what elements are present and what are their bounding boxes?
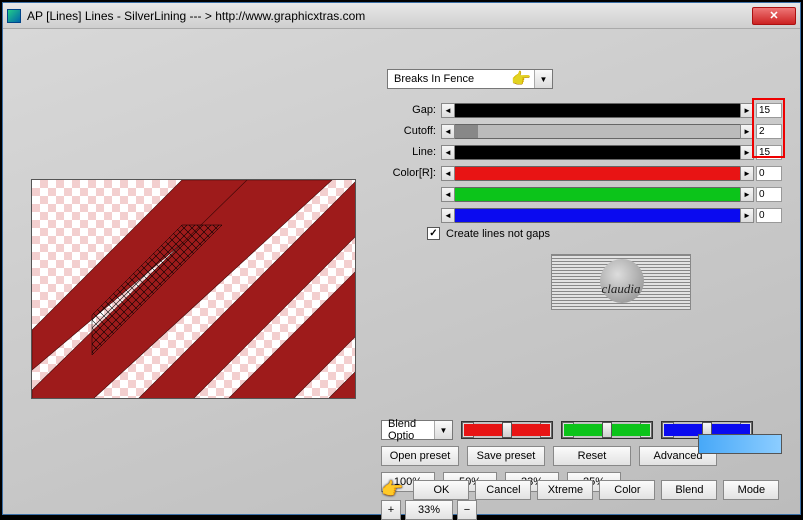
window-inner: AP [Lines] Lines - SilverLining --- > ht… (2, 2, 801, 515)
green-slider-handle[interactable] (602, 422, 612, 438)
create-lines-checkbox[interactable]: ✓ (427, 227, 440, 240)
b-left-arrow[interactable]: ◄ (441, 208, 455, 223)
b-right-arrow[interactable]: ► (740, 208, 754, 223)
preview-shapes (32, 180, 355, 398)
b-track[interactable] (455, 208, 740, 223)
window-title: AP [Lines] Lines - SilverLining --- > ht… (27, 9, 752, 23)
color-r-row: Color[R]: ◄ ► 0 (381, 164, 782, 182)
bottom-button-bar: 👉 OK Cancel Xtreme Color Blend Mode (381, 479, 782, 500)
preview-pane (31, 179, 356, 399)
r-right-arrow[interactable]: ► (740, 166, 754, 181)
logo-text: claudia (552, 281, 690, 297)
cutoff-left-arrow[interactable]: ◄ (441, 124, 455, 139)
red-slider[interactable]: ◄ ► (461, 421, 553, 439)
ok-button[interactable]: OK (413, 480, 469, 500)
g-left-arrow[interactable]: ◄ (441, 187, 455, 202)
line-label: Line: (381, 146, 441, 158)
g-right-arrow[interactable]: ► (740, 187, 754, 202)
highlight-frame (752, 98, 785, 158)
b-value[interactable]: 0 (756, 208, 782, 223)
checkbox-row: ✓ Create lines not gaps (427, 227, 782, 240)
app-icon (7, 9, 21, 23)
preset-combo-text: Breaks In Fence (388, 73, 508, 85)
titlebar: AP [Lines] Lines - SilverLining --- > ht… (3, 3, 800, 29)
color-r-label: Color[R]: (381, 167, 441, 179)
zoom-out-button[interactable]: − (457, 500, 477, 520)
color-b-row: ◄ ► 0 (381, 206, 782, 224)
close-icon: ✕ (769, 9, 778, 22)
pointer-in-combo: 👉 (508, 69, 534, 89)
r-value[interactable]: 0 (756, 166, 782, 181)
zoom-value[interactable]: 33% (405, 500, 453, 520)
reset-button[interactable]: Reset (553, 446, 631, 466)
blend-button[interactable]: Blend (661, 480, 717, 500)
combo-arrow-icon: ▼ (534, 70, 552, 88)
cutoff-row: Cutoff: ◄ ► 2 (381, 122, 782, 140)
gap-track[interactable] (455, 103, 740, 118)
close-button[interactable]: ✕ (752, 7, 796, 25)
gap-label: Gap: (381, 104, 441, 116)
cancel-button[interactable]: Cancel (475, 480, 531, 500)
blend-combo-arrow-icon: ▼ (434, 421, 452, 439)
preset-combo[interactable]: Breaks In Fence 👉 ▼ (387, 69, 553, 89)
gap-left-arrow[interactable]: ◄ (441, 103, 455, 118)
logo-panel: claudia (551, 254, 691, 310)
line-row: Line: ◄ ► 15 (381, 143, 782, 161)
zoom-stepper-row: + 33% − (381, 500, 782, 520)
preset-row: Breaks In Fence 👉 ▼ (387, 69, 782, 89)
blend-options-text: Blend Optio (382, 418, 434, 442)
green-slider[interactable]: ◄ ► (561, 421, 653, 439)
mode-button[interactable]: Mode (723, 480, 779, 500)
r-left-arrow[interactable]: ◄ (441, 166, 455, 181)
cutoff-track[interactable] (455, 124, 740, 139)
cutoff-label: Cutoff: (381, 125, 441, 137)
save-preset-button[interactable]: Save preset (467, 446, 545, 466)
color-button[interactable]: Color (599, 480, 655, 500)
pointer-hand-icon: 👉 (381, 479, 403, 500)
color-swatch[interactable] (698, 434, 782, 454)
red-slider-handle[interactable] (502, 422, 512, 438)
r-track[interactable] (455, 166, 740, 181)
zoom-in-button[interactable]: + (381, 500, 401, 520)
line-track[interactable] (455, 145, 740, 160)
open-preset-button[interactable]: Open preset (381, 446, 459, 466)
line-left-arrow[interactable]: ◄ (441, 145, 455, 160)
g-value[interactable]: 0 (756, 187, 782, 202)
blend-options-combo[interactable]: Blend Optio ▼ (381, 420, 453, 440)
create-lines-label: Create lines not gaps (446, 228, 550, 240)
slider-group: Gap: ◄ ► 15 Cutoff: ◄ ► 2 Line: ◄ (381, 101, 782, 224)
color-g-row: ◄ ► 0 (381, 185, 782, 203)
g-track[interactable] (455, 187, 740, 202)
xtreme-button[interactable]: Xtreme (537, 480, 593, 500)
dialog-window: AP [Lines] Lines - SilverLining --- > ht… (0, 0, 803, 517)
gap-row: Gap: ◄ ► 15 (381, 101, 782, 119)
diagonal-stripes (32, 180, 355, 398)
client-area: Breaks In Fence 👉 ▼ Gap: ◄ ► 15 Cutoff: … (3, 29, 800, 514)
